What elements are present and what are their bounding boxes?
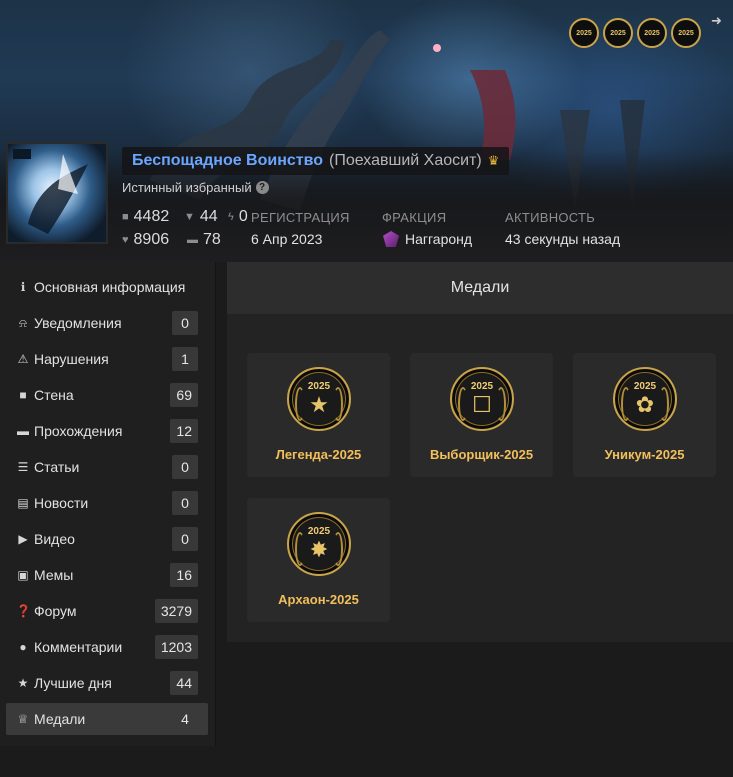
sidebar-item-video[interactable]: ▶ Видео 0 — [6, 523, 208, 555]
crown-icon: ♛ — [487, 153, 500, 168]
comment-icon: ● — [19, 640, 27, 654]
document-icon: ☰ — [17, 460, 29, 474]
ballot-icon: ☐ — [472, 392, 492, 417]
activity-value: 43 секунды назад — [505, 231, 621, 247]
panel-title: Медали — [227, 262, 733, 314]
sidebar-item-best-of-day[interactable]: ★ Лучшие дня 44 — [6, 667, 208, 699]
sidebar-item-wall[interactable]: ■ Стена 69 — [6, 379, 208, 411]
profile-sidebar: ℹ Основная информация ⍾ Уведомления 0 ⚠ … — [0, 262, 216, 746]
sidebar-item-info[interactable]: ℹ Основная информация — [6, 271, 208, 303]
sidebar-item-comments[interactable]: ● Комментарии 1203 — [6, 631, 208, 663]
medals-panel: Медали 2025 ★ Легенда-2025 2025 ☐ Выборщ… — [227, 262, 733, 642]
banner-medal[interactable]: 2025 — [637, 18, 667, 48]
sidebar-item-walkthroughs[interactable]: ▬ Прохождения 12 — [6, 415, 208, 447]
gamepad-icon: ▬ — [17, 424, 29, 438]
medal-card[interactable]: 2025 ☐ Выборщик-2025 — [410, 353, 553, 477]
stat-karma: ϟ 0 — [228, 208, 248, 225]
stat-games: ▬ 78 — [187, 231, 221, 248]
medal-card[interactable]: 2025 ✿ Уникум-2025 — [573, 353, 716, 477]
thumbs-down-icon: ▼ — [184, 211, 195, 223]
medal-badge: 2025 ✿ — [613, 367, 677, 431]
sidebar-count: 4 — [181, 711, 189, 727]
banner-medal[interactable]: 2025 — [569, 18, 599, 48]
question-icon[interactable]: ? — [255, 181, 269, 194]
sidebar-item-news[interactable]: ▤ Новости 0 — [6, 487, 208, 519]
sidebar-count: 0 — [172, 311, 198, 335]
sidebar-item-articles[interactable]: ☰ Статьи 0 — [6, 451, 208, 483]
faction-value[interactable]: Наггаронд — [383, 231, 472, 247]
sidebar-count: 12 — [170, 419, 198, 443]
stat-likes: ♥ 8906 — [122, 231, 170, 248]
nickname: (Поехавший Хаосит) — [329, 152, 482, 169]
sidebar-count: 1 — [172, 347, 198, 371]
question-icon: ❓ — [16, 604, 31, 618]
exit-icon[interactable]: ➜ — [711, 14, 725, 28]
sidebar-item-medals[interactable]: ♕ Медали 4 — [6, 703, 208, 735]
chaos-star-icon: ✸ — [309, 537, 329, 562]
video-icon: ▶ — [18, 532, 28, 546]
medal-card[interactable]: 2025 ★ Легенда-2025 — [247, 353, 390, 477]
registration-value: 6 Апр 2023 — [251, 231, 323, 247]
sidebar-count: 3279 — [154, 599, 198, 623]
avatar-artwork — [13, 149, 88, 234]
info-icon: ℹ — [20, 280, 26, 294]
medal-name: Уникум-2025 — [604, 447, 685, 462]
medal-name: Легенда-2025 — [275, 447, 362, 462]
medal-name: Выборщик-2025 — [429, 447, 534, 462]
medal-badge: 2025 ★ — [287, 367, 351, 431]
medal-badge: 2025 ☐ — [450, 367, 514, 431]
star-icon: ★ — [309, 392, 329, 417]
sidebar-count: 0 — [172, 527, 198, 551]
faction-label: ФРАКЦИЯ — [382, 210, 447, 225]
faction-icon — [383, 231, 399, 247]
sidebar-item-memes[interactable]: ▣ Мемы 16 — [6, 559, 208, 591]
bell-icon: ⍾ — [19, 315, 27, 330]
brain-icon: ✿ — [635, 392, 655, 417]
medal-name: Архаон-2025 — [278, 592, 359, 607]
newspaper-icon: ▤ — [17, 496, 29, 510]
sidebar-count: 44 — [170, 671, 198, 695]
user-title: Истинный избранный ? — [122, 180, 269, 195]
sidebar-count: 0 — [172, 455, 198, 479]
sidebar-item-notifications[interactable]: ⍾ Уведомления 0 — [6, 307, 208, 339]
stat-comments: ■ 4482 — [122, 208, 170, 225]
sidebar-count: 1203 — [154, 635, 198, 659]
banner-medal[interactable]: 2025 — [603, 18, 633, 48]
sidebar-count: 0 — [172, 491, 198, 515]
avatar[interactable] — [6, 142, 108, 244]
sidebar-item-violations[interactable]: ⚠ Нарушения 1 — [6, 343, 208, 375]
star-icon: ★ — [17, 676, 29, 690]
stat-dislikes: ▼ 44 — [184, 208, 218, 225]
medal-card[interactable]: 2025 ✸ Архаон-2025 — [247, 498, 390, 622]
trophy-icon: ♕ — [17, 712, 29, 726]
heart-icon: ♥ — [122, 234, 129, 246]
banner-medal-row: 2025 2025 2025 2025 — [569, 18, 701, 48]
warning-icon: ⚠ — [17, 352, 29, 366]
registration-label: РЕГИСТРАЦИЯ — [251, 210, 350, 225]
username-box: Беспощадное Воинство (Поехавший Хаосит) … — [122, 147, 510, 175]
comments-icon: ■ — [19, 388, 27, 402]
activity-label: АКТИВНОСТЬ — [505, 210, 596, 225]
medal-badge: 2025 ✸ — [287, 512, 351, 576]
comment-icon: ■ — [122, 211, 129, 223]
sidebar-count: 16 — [170, 563, 198, 587]
profile-banner: 2025 2025 2025 2025 ➜ Беспощадное Воинст… — [0, 0, 733, 262]
bolt-icon: ϟ — [228, 211, 234, 223]
gamepad-icon: ▬ — [187, 234, 198, 246]
username[interactable]: Беспощадное Воинство — [132, 152, 323, 170]
image-icon: ▣ — [17, 568, 29, 582]
banner-medal[interactable]: 2025 — [671, 18, 701, 48]
sidebar-count: 69 — [170, 383, 198, 407]
sidebar-item-forum[interactable]: ❓ Форум 3279 — [6, 595, 208, 627]
